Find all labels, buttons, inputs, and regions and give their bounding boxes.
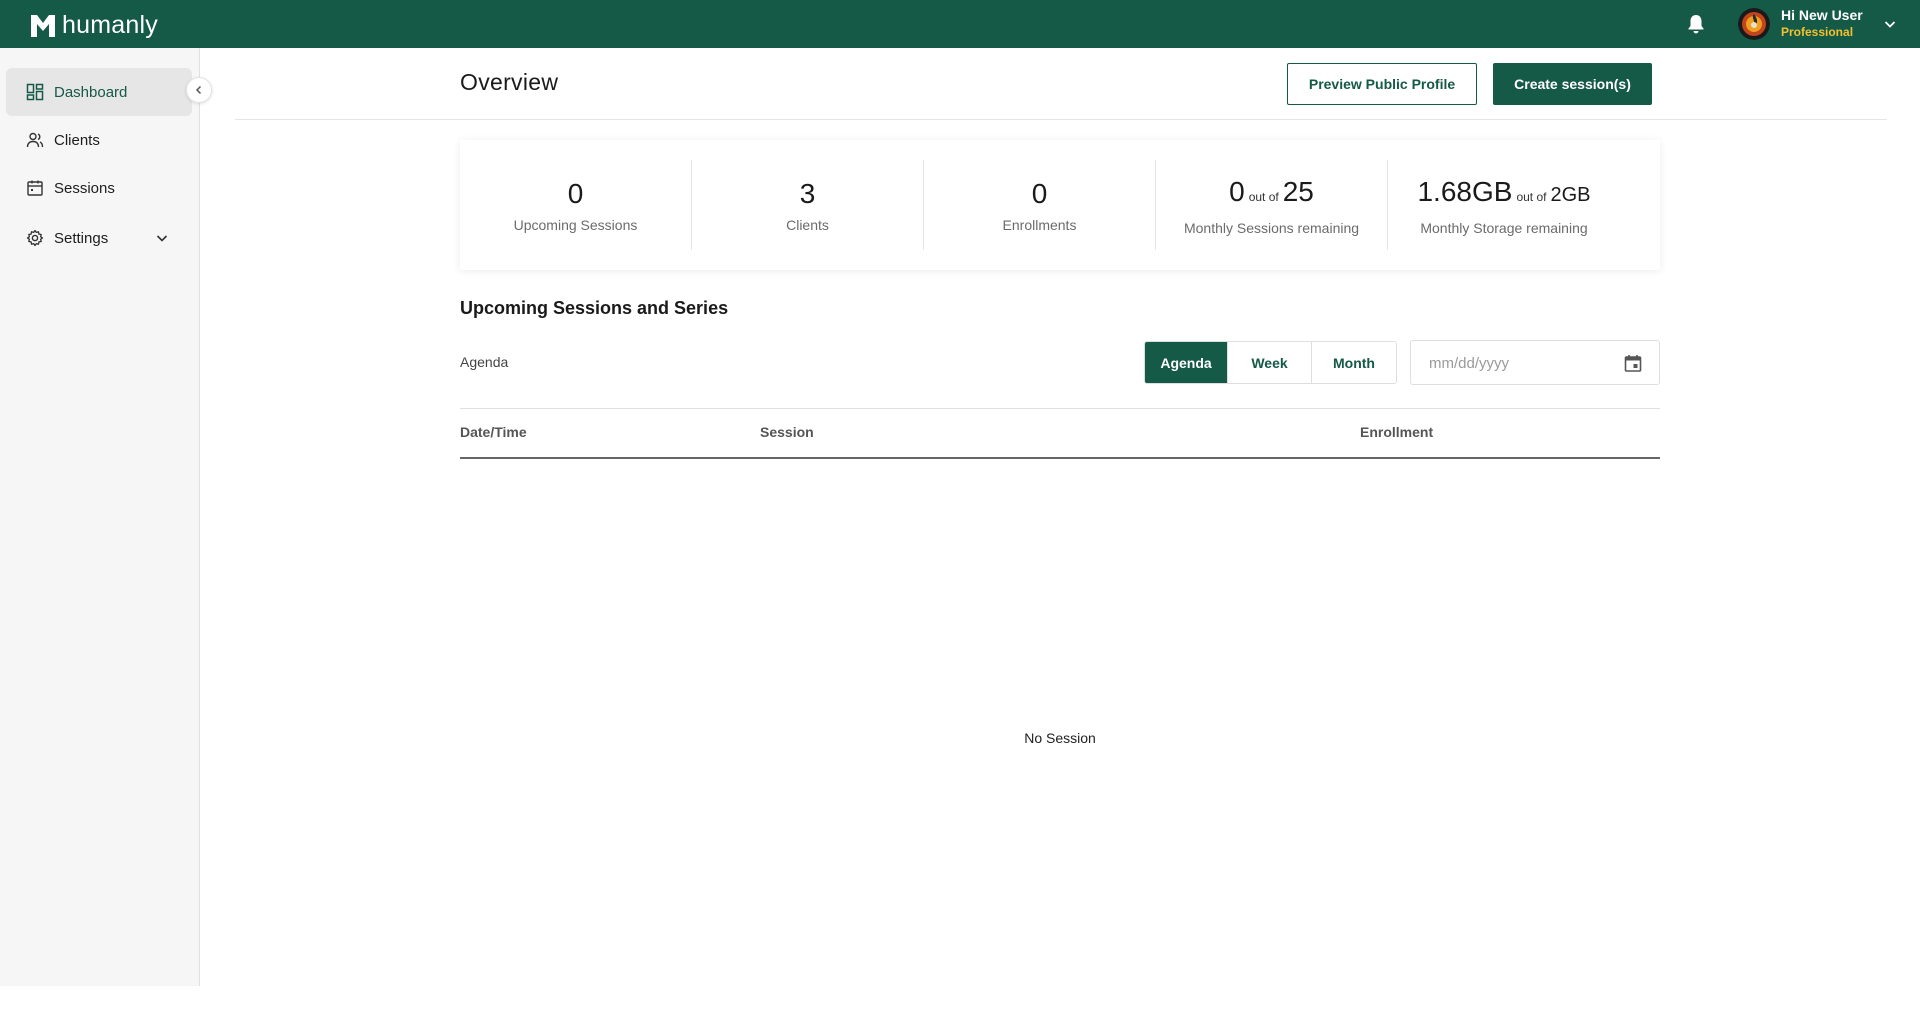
stat-monthly-storage: 1.68GB out of 2GB Monthly Storage remainin… xyxy=(1388,160,1620,250)
page-title: Overview xyxy=(460,69,559,95)
sidebar: Dashboard Clients Sessions Settings xyxy=(0,48,200,1021)
column-header-enrollment[interactable]: Enrollment xyxy=(1360,424,1433,440)
gear-icon xyxy=(26,229,44,247)
preview-public-profile-button[interactable]: Preview Public Profile xyxy=(1287,63,1477,105)
top-bar: humanly Hi New User Professional xyxy=(0,0,1920,48)
date-picker xyxy=(1410,340,1660,385)
user-menu[interactable]: Hi New User Professional xyxy=(1781,7,1863,40)
stat-out-of: out of xyxy=(1516,189,1547,204)
stat-label: Monthly Storage remaining xyxy=(1420,219,1588,236)
view-week-button[interactable]: Week xyxy=(1228,342,1312,383)
stat-enrollments: 0 Enrollments xyxy=(924,160,1156,250)
column-header-session[interactable]: Session xyxy=(760,424,814,440)
view-agenda-button[interactable]: Agenda xyxy=(1145,342,1228,383)
stat-value: 0 xyxy=(1229,175,1245,207)
stat-value: 0 xyxy=(1031,178,1048,209)
brand-name: humanly xyxy=(62,11,158,39)
sidebar-item-label: Clients xyxy=(54,131,100,149)
create-sessions-button[interactable]: Create session(s) xyxy=(1493,63,1652,105)
stat-label: Enrollments xyxy=(1002,217,1077,233)
chevron-left-icon xyxy=(195,85,202,95)
header-divider xyxy=(235,119,1887,120)
stat-clients: 3 Clients xyxy=(692,160,924,250)
stat-total: 2GB xyxy=(1550,183,1591,206)
empty-state-message: No Session xyxy=(1024,730,1096,746)
sidebar-item-sessions[interactable]: Sessions xyxy=(6,164,192,212)
user-plan-badge: Professional xyxy=(1781,25,1854,39)
stat-value-group: 1.68GB out of 2GB xyxy=(1417,175,1590,214)
table-top-divider xyxy=(460,408,1660,409)
notification-bell-icon[interactable] xyxy=(1686,13,1706,35)
calendar-icon[interactable] xyxy=(1623,353,1643,373)
avatar[interactable] xyxy=(1738,8,1770,40)
view-month-button[interactable]: Month xyxy=(1312,342,1396,383)
view-toggle: Agenda Week Month xyxy=(1144,341,1397,384)
sidebar-item-dashboard[interactable]: Dashboard xyxy=(6,68,192,116)
stat-out-of: out of xyxy=(1248,189,1279,204)
column-header-datetime[interactable]: Date/Time xyxy=(460,424,527,440)
avatar-image-icon xyxy=(1738,8,1770,40)
humanly-logo-icon xyxy=(31,14,55,37)
stat-upcoming-sessions: 0 Upcoming Sessions xyxy=(460,160,692,250)
sidebar-item-label: Settings xyxy=(54,229,109,247)
stat-total: 25 xyxy=(1282,175,1314,207)
stats-card: 0 Upcoming Sessions 3 Clients 0 Enrollme… xyxy=(460,140,1660,270)
sidebar-footer xyxy=(0,986,200,1021)
user-greeting: Hi New User xyxy=(1781,7,1863,23)
sidebar-item-clients[interactable]: Clients xyxy=(6,116,192,164)
stat-value-group: 0 out of 25 xyxy=(1229,175,1314,214)
chevron-down-icon[interactable] xyxy=(154,230,170,246)
chevron-down-icon[interactable] xyxy=(1882,16,1898,32)
stat-label: Monthly Sessions remaining xyxy=(1183,219,1360,236)
section-title: Upcoming Sessions and Series xyxy=(460,298,729,318)
users-icon xyxy=(26,132,44,148)
dashboard-icon xyxy=(26,83,44,101)
brand-logo[interactable]: humanly xyxy=(30,11,158,40)
stat-value: 1.68GB xyxy=(1417,175,1513,207)
sidebar-item-label: Dashboard xyxy=(54,83,128,101)
collapse-sidebar-button[interactable] xyxy=(186,77,212,103)
stat-label: Clients xyxy=(786,217,829,233)
current-view-label: Agenda xyxy=(460,354,509,370)
table-header-divider xyxy=(460,457,1660,459)
sidebar-item-label: Sessions xyxy=(54,179,115,197)
calendar-icon xyxy=(27,180,43,196)
stat-value: 0 xyxy=(567,178,584,209)
sidebar-item-settings[interactable]: Settings xyxy=(6,214,192,262)
stat-monthly-sessions: 0 out of 25 Monthly Sessions remaining xyxy=(1156,160,1388,250)
stat-value: 3 xyxy=(799,178,816,209)
date-field[interactable] xyxy=(1429,353,1609,373)
stat-label: Upcoming Sessions xyxy=(513,217,638,233)
